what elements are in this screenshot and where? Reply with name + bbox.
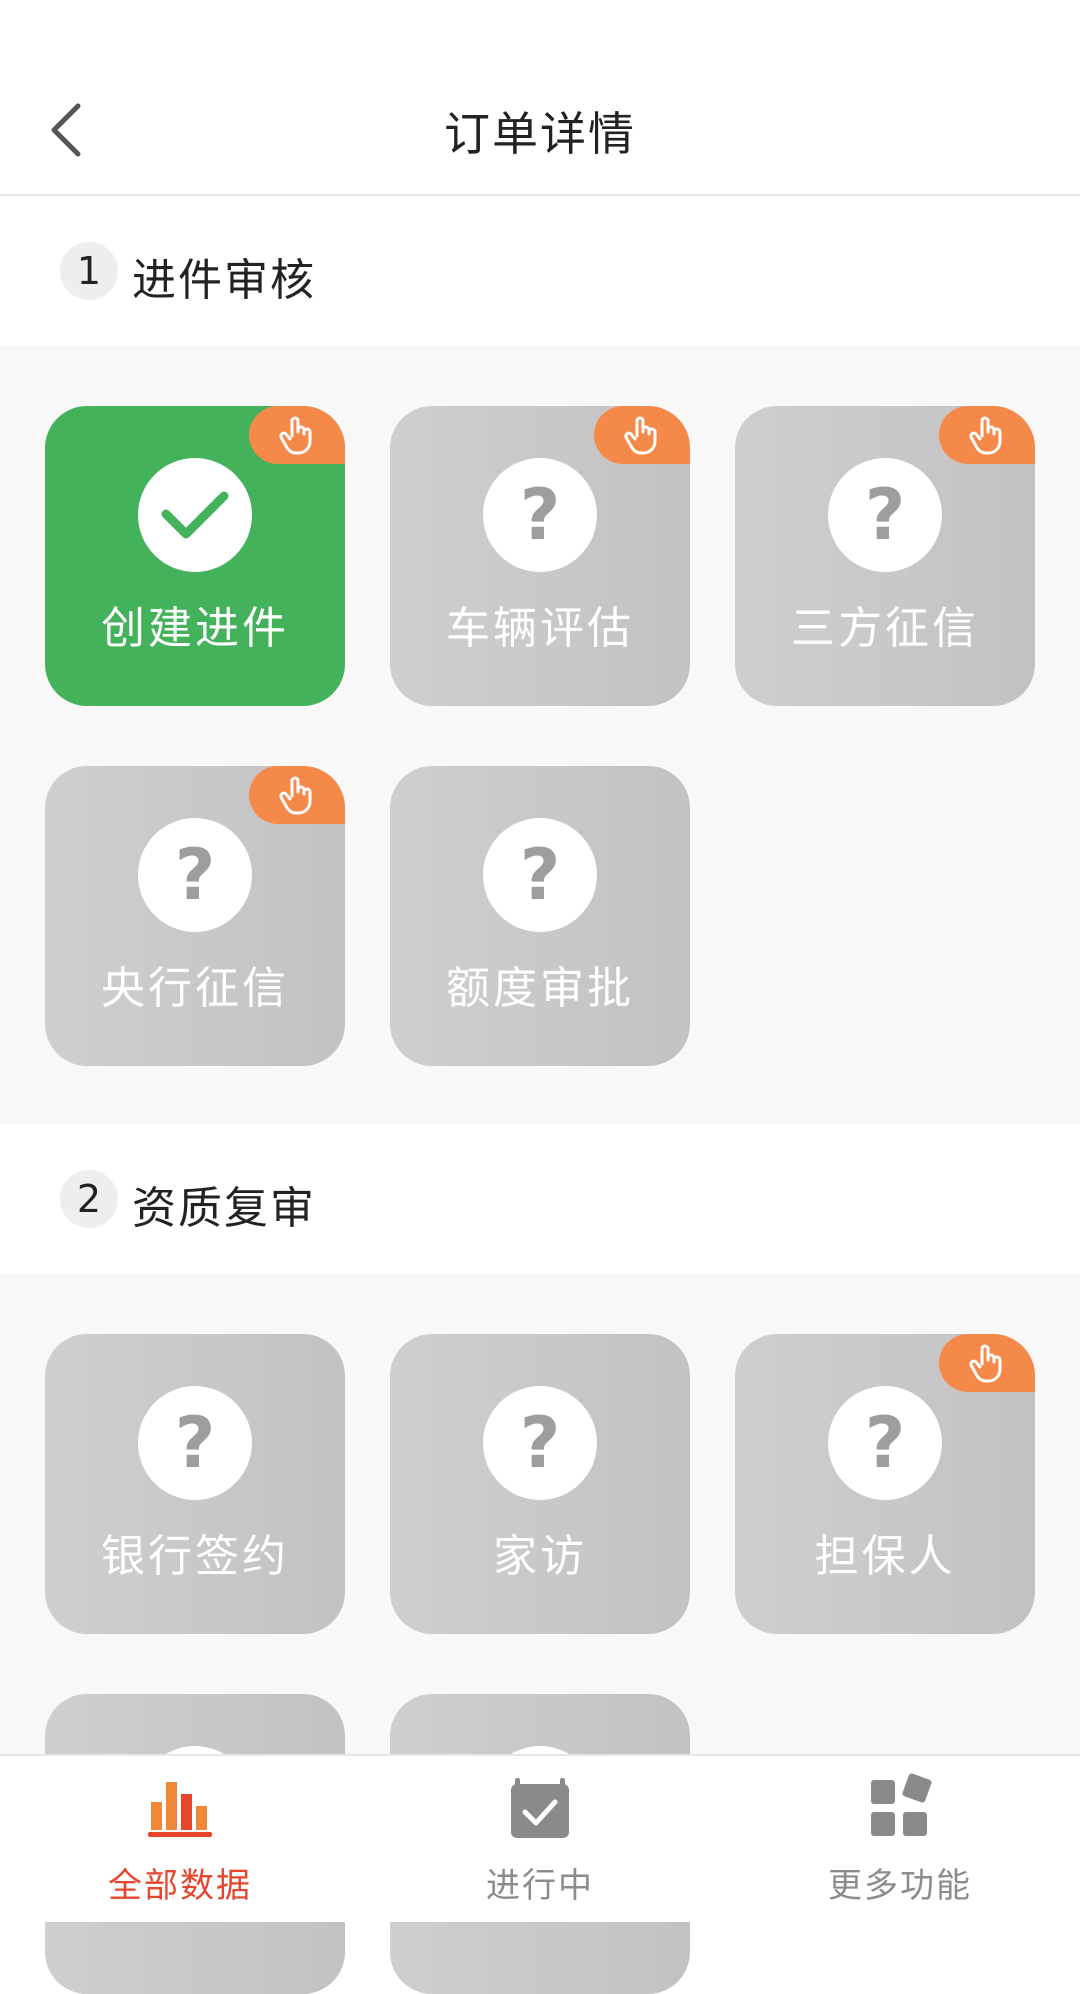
bar-chart-icon: [148, 1782, 212, 1837]
step-card-label: 家访: [493, 1531, 587, 1582]
question-icon: ?: [519, 474, 561, 556]
section-title: 资质复审: [132, 1183, 316, 1234]
question-icon: ?: [519, 1402, 561, 1484]
step-card-credit-approval[interactable]: ? 额度审批: [390, 766, 690, 1066]
section-header-1: 1 进件审核: [0, 196, 1080, 346]
step-card-label: 央行征信: [101, 963, 289, 1014]
hand-badge: [939, 1334, 1035, 1392]
section-number: 1: [60, 242, 118, 300]
question-circle: ?: [828, 1386, 942, 1500]
question-circle: ?: [483, 818, 597, 932]
section-grid-1: 创建进件 ? 车辆评估 ? 三方征信 ? 央行征信 ? 额度审批: [0, 346, 1080, 1124]
question-circle: ?: [828, 458, 942, 572]
hand-pointer-icon: [279, 776, 312, 815]
hand-pointer-icon: [969, 416, 1002, 455]
question-icon: ?: [864, 1402, 906, 1484]
question-circle: ?: [138, 1386, 252, 1500]
hand-badge: [249, 766, 345, 824]
step-card-label: 创建进件: [101, 603, 289, 654]
step-card-central-bank-credit[interactable]: ? 央行征信: [45, 766, 345, 1066]
hand-pointer-icon: [279, 416, 312, 455]
tab-label: 全部数据: [108, 1866, 252, 1906]
step-card-label: 银行签约: [101, 1531, 289, 1582]
tab-label: 更多功能: [828, 1866, 972, 1906]
step-card-guarantor[interactable]: ? 担保人: [735, 1334, 1035, 1634]
step-card-third-party-credit[interactable]: ? 三方征信: [735, 406, 1035, 706]
hand-badge: [939, 406, 1035, 464]
step-card-bank-signing[interactable]: ? 银行签约: [45, 1334, 345, 1634]
question-icon: ?: [864, 474, 906, 556]
hand-pointer-icon: [969, 1344, 1002, 1383]
hand-badge: [249, 406, 345, 464]
tab-label: 进行中: [486, 1866, 594, 1906]
step-card-label: 车辆评估: [446, 603, 634, 654]
step-card-home-visit[interactable]: ? 家访: [390, 1334, 690, 1634]
page-title: 订单详情: [444, 107, 636, 161]
step-card-label: 三方征信: [791, 603, 979, 654]
question-circle: ?: [138, 818, 252, 932]
section-header-2: 2 资质复审: [0, 1124, 1080, 1274]
tab-all-data[interactable]: 全部数据: [0, 1756, 360, 1922]
section-grid-2: ? 银行签约 ? 家访 ? 担保人: [0, 1274, 1080, 1994]
hand-pointer-icon: [624, 416, 657, 455]
question-circle: ?: [483, 1386, 597, 1500]
step-card-create-application[interactable]: 创建进件: [45, 406, 345, 706]
hand-badge: [594, 406, 690, 464]
question-icon: ?: [519, 834, 561, 916]
check-circle: [138, 458, 252, 572]
calendar-check-icon: [511, 1778, 569, 1838]
question-icon: ?: [174, 1402, 216, 1484]
tab-in-progress[interactable]: 进行中: [360, 1756, 720, 1922]
step-card-label: 额度审批: [446, 963, 634, 1014]
bottom-tab-bar: 全部数据 进行中 更多功能: [0, 1754, 1080, 1922]
step-card-vehicle-evaluation[interactable]: ? 车辆评估: [390, 406, 690, 706]
tab-more-functions[interactable]: 更多功能: [720, 1756, 1080, 1922]
section-title: 进件审核: [132, 255, 316, 306]
header-bar: 订单详情: [0, 0, 1080, 196]
step-card-label: 担保人: [814, 1531, 956, 1582]
section-number: 2: [60, 1170, 118, 1228]
question-icon: ?: [174, 834, 216, 916]
question-circle: ?: [483, 458, 597, 572]
apps-grid-icon: [871, 1773, 932, 1836]
check-icon: [161, 491, 229, 539]
